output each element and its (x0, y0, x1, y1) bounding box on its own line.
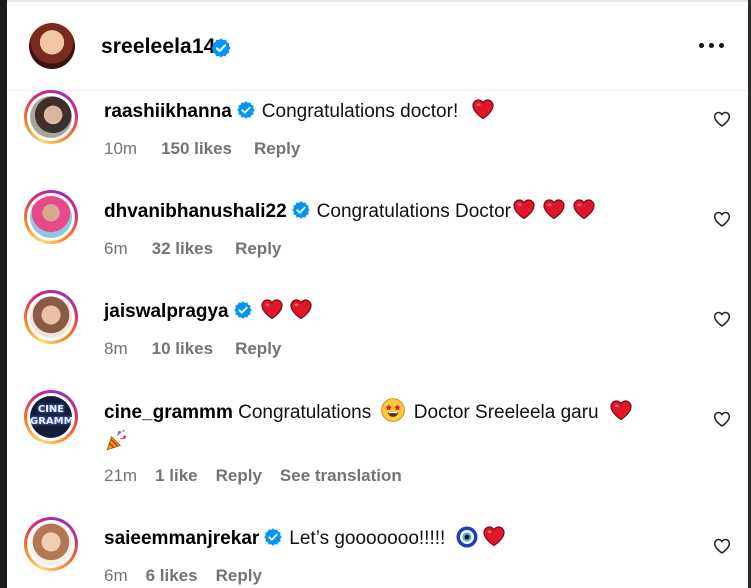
story-ring[interactable] (24, 190, 78, 244)
heart-outline-icon[interactable] (712, 536, 732, 556)
comment-username[interactable]: saieemmanjrekar (104, 528, 259, 549)
reply-button[interactable]: Reply (254, 139, 300, 158)
red-heart-emoji-icon (288, 297, 314, 321)
story-ring[interactable] (24, 290, 78, 344)
red-heart-emoji-icon (541, 197, 567, 221)
comment-time[interactable]: 6m (104, 566, 128, 585)
comment-time[interactable]: 6m (104, 239, 128, 258)
reply-button[interactable]: Reply (235, 239, 281, 258)
red-heart-emoji-icon (511, 197, 537, 221)
comment-item: saieemmanjrekar Let’s gooooooo!!!!! 6m 6 l… (7, 517, 748, 588)
commenter-avatar: CINE GRAMMM (30, 396, 72, 438)
heart-outline-icon[interactable] (712, 209, 732, 229)
commenter-avatar (30, 96, 72, 138)
comment-text: Congratulations doctor! (261, 101, 459, 122)
heart-outline-icon[interactable] (712, 309, 732, 329)
verified-badge-icon (211, 38, 231, 58)
heart-outline-icon[interactable] (712, 409, 732, 429)
story-ring[interactable] (24, 90, 78, 144)
reply-button[interactable]: Reply (216, 566, 262, 585)
red-heart-emoji-icon (571, 197, 597, 221)
verified-badge-icon (236, 100, 256, 120)
verified-badge-icon (291, 200, 311, 220)
comment-text: Congratulations Doctor (316, 201, 511, 222)
story-ring[interactable] (24, 517, 78, 571)
comment-likes[interactable]: 10 likes (152, 339, 213, 358)
party-popper-emoji-icon (106, 429, 126, 451)
author-avatar[interactable] (29, 23, 75, 69)
comment-item: dhvanibhanushali22 Congratulations Doctor… (7, 190, 748, 282)
post-header: sreeleela14 (7, 2, 748, 91)
nazar-amulet-emoji-icon (456, 526, 478, 548)
red-heart-emoji-icon (608, 398, 634, 422)
red-heart-emoji-icon (259, 297, 285, 321)
comment-likes[interactable]: 32 likes (152, 239, 213, 258)
verified-badge-icon (263, 527, 283, 547)
comment-time[interactable]: 21m (104, 466, 137, 485)
see-translation-link[interactable]: See translation (280, 466, 402, 485)
comment-time[interactable]: 8m (104, 339, 128, 358)
comment-text: Congratulations (238, 402, 372, 423)
reply-button[interactable]: Reply (235, 339, 281, 358)
comment-likes[interactable]: 6 likes (146, 566, 198, 585)
story-ring[interactable]: CINE GRAMMM (24, 390, 78, 444)
comment-item: raashiikhanna Congratulations doctor! 10m… (7, 90, 748, 182)
verified-badge-icon (233, 300, 253, 320)
comment-likes[interactable]: 1 like (155, 466, 198, 485)
red-heart-emoji-icon (481, 524, 507, 548)
comment-time[interactable]: 10m (104, 139, 137, 158)
heart-outline-icon[interactable] (712, 109, 732, 129)
comment-username[interactable]: dhvanibhanushali22 (104, 201, 287, 222)
author-username[interactable]: sreeleela14 (101, 35, 215, 59)
comment-likes[interactable]: 150 likes (161, 139, 232, 158)
comment-item: jaiswalpragya 8m 10 likes Reply (7, 290, 748, 382)
star-struck-emoji-icon (380, 398, 405, 422)
commenter-avatar (30, 196, 72, 238)
reply-button[interactable]: Reply (216, 466, 262, 485)
window-left-edge (0, 0, 7, 588)
comment-username[interactable]: raashiikhanna (104, 101, 232, 122)
commenter-avatar (30, 523, 72, 565)
comment-text-continued: Doctor Sreeleela garu (413, 402, 599, 423)
comment-username[interactable]: cine_grammm (104, 402, 233, 423)
more-options-icon[interactable] (697, 33, 727, 57)
commenter-avatar (30, 296, 72, 338)
comment-item: CINE GRAMMM cine_grammm Congratulations … (7, 390, 748, 508)
avatar-logo-text: CINE GRAMMM (30, 404, 72, 427)
comment-username[interactable]: jaiswalpragya (104, 301, 229, 322)
red-heart-emoji-icon (470, 97, 496, 121)
comment-text: Let’s gooooooo!!!!! (289, 528, 446, 549)
